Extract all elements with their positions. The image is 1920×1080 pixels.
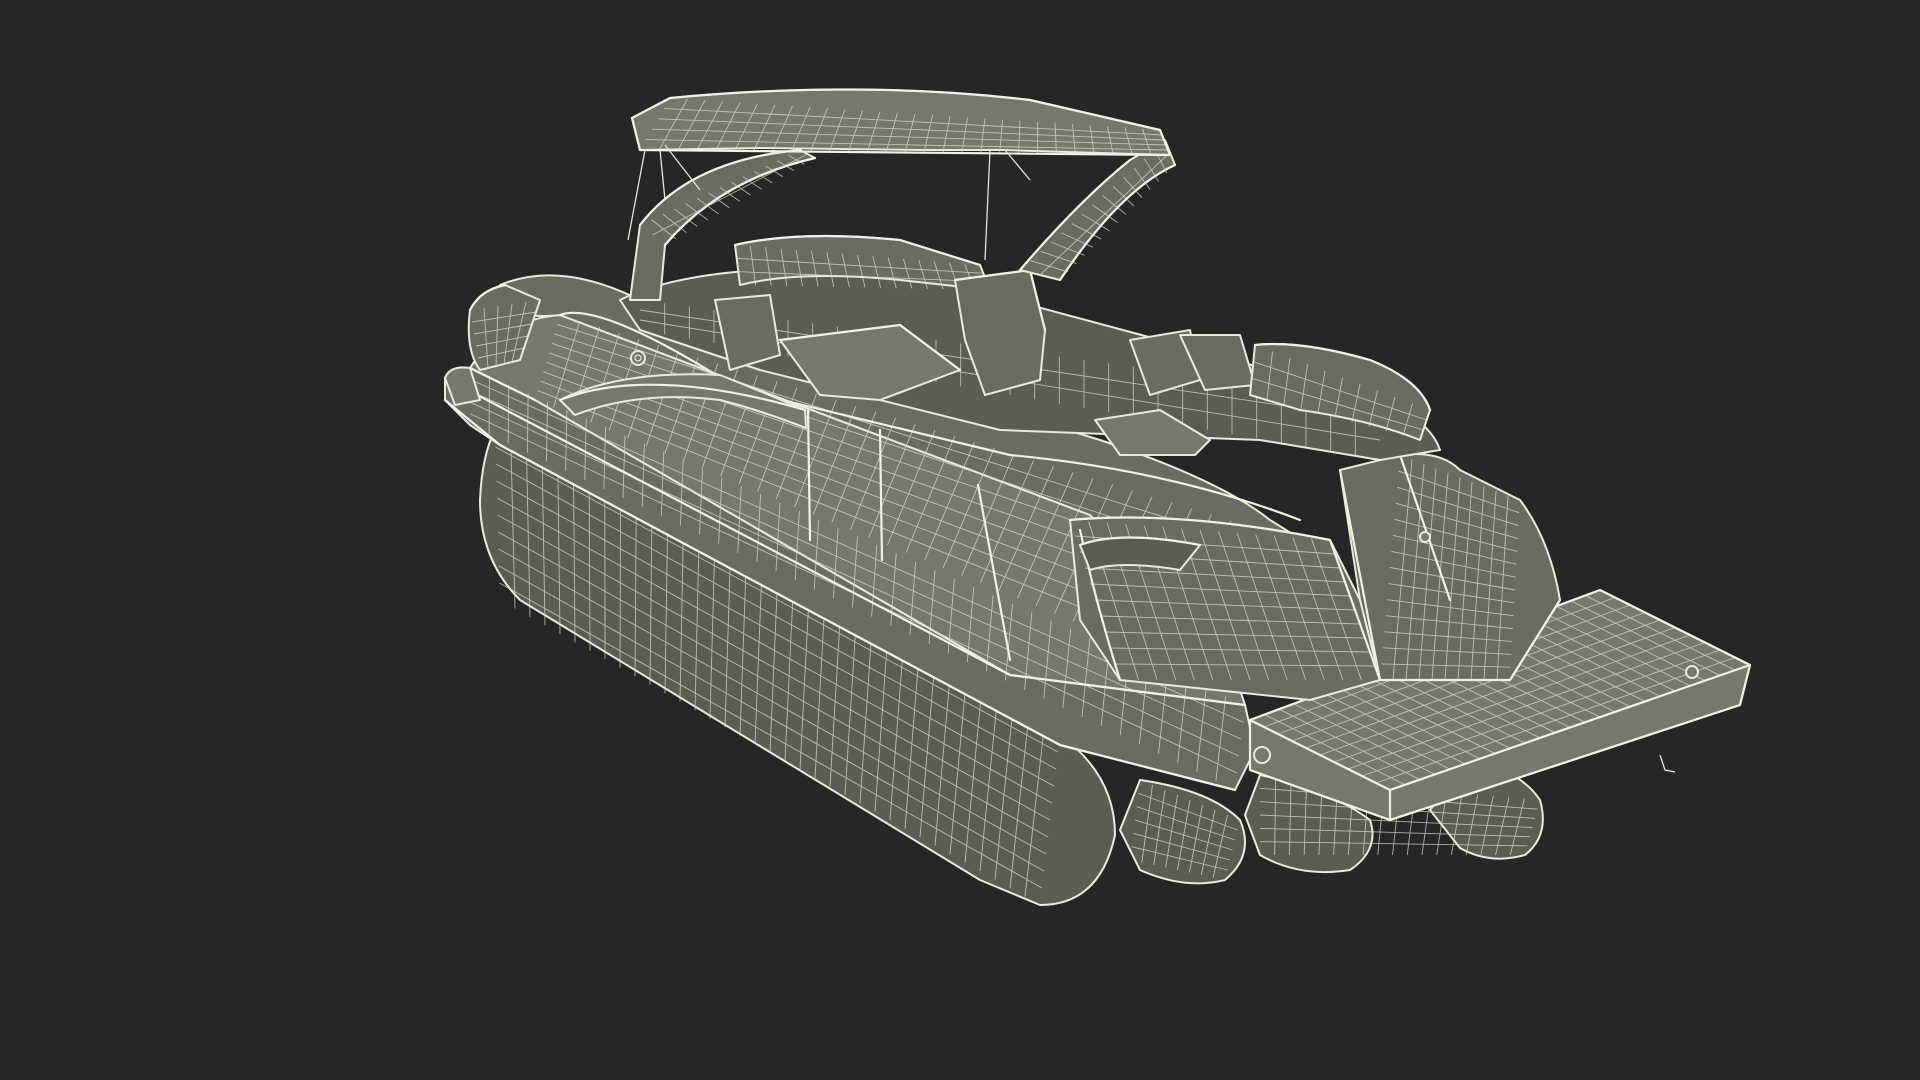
- bimini-arch-right: [1018, 139, 1177, 282]
- boat-wireframe-render: [443, 88, 1752, 906]
- render-viewport: [0, 0, 1920, 1080]
- rear-quarter-panel: [1068, 516, 1382, 701]
- rear-lounge-module: [1338, 453, 1562, 682]
- bimini-canopy: [630, 88, 1172, 157]
- bow-cleat: [630, 350, 646, 366]
- pontoon-center-tube: [1119, 779, 1246, 885]
